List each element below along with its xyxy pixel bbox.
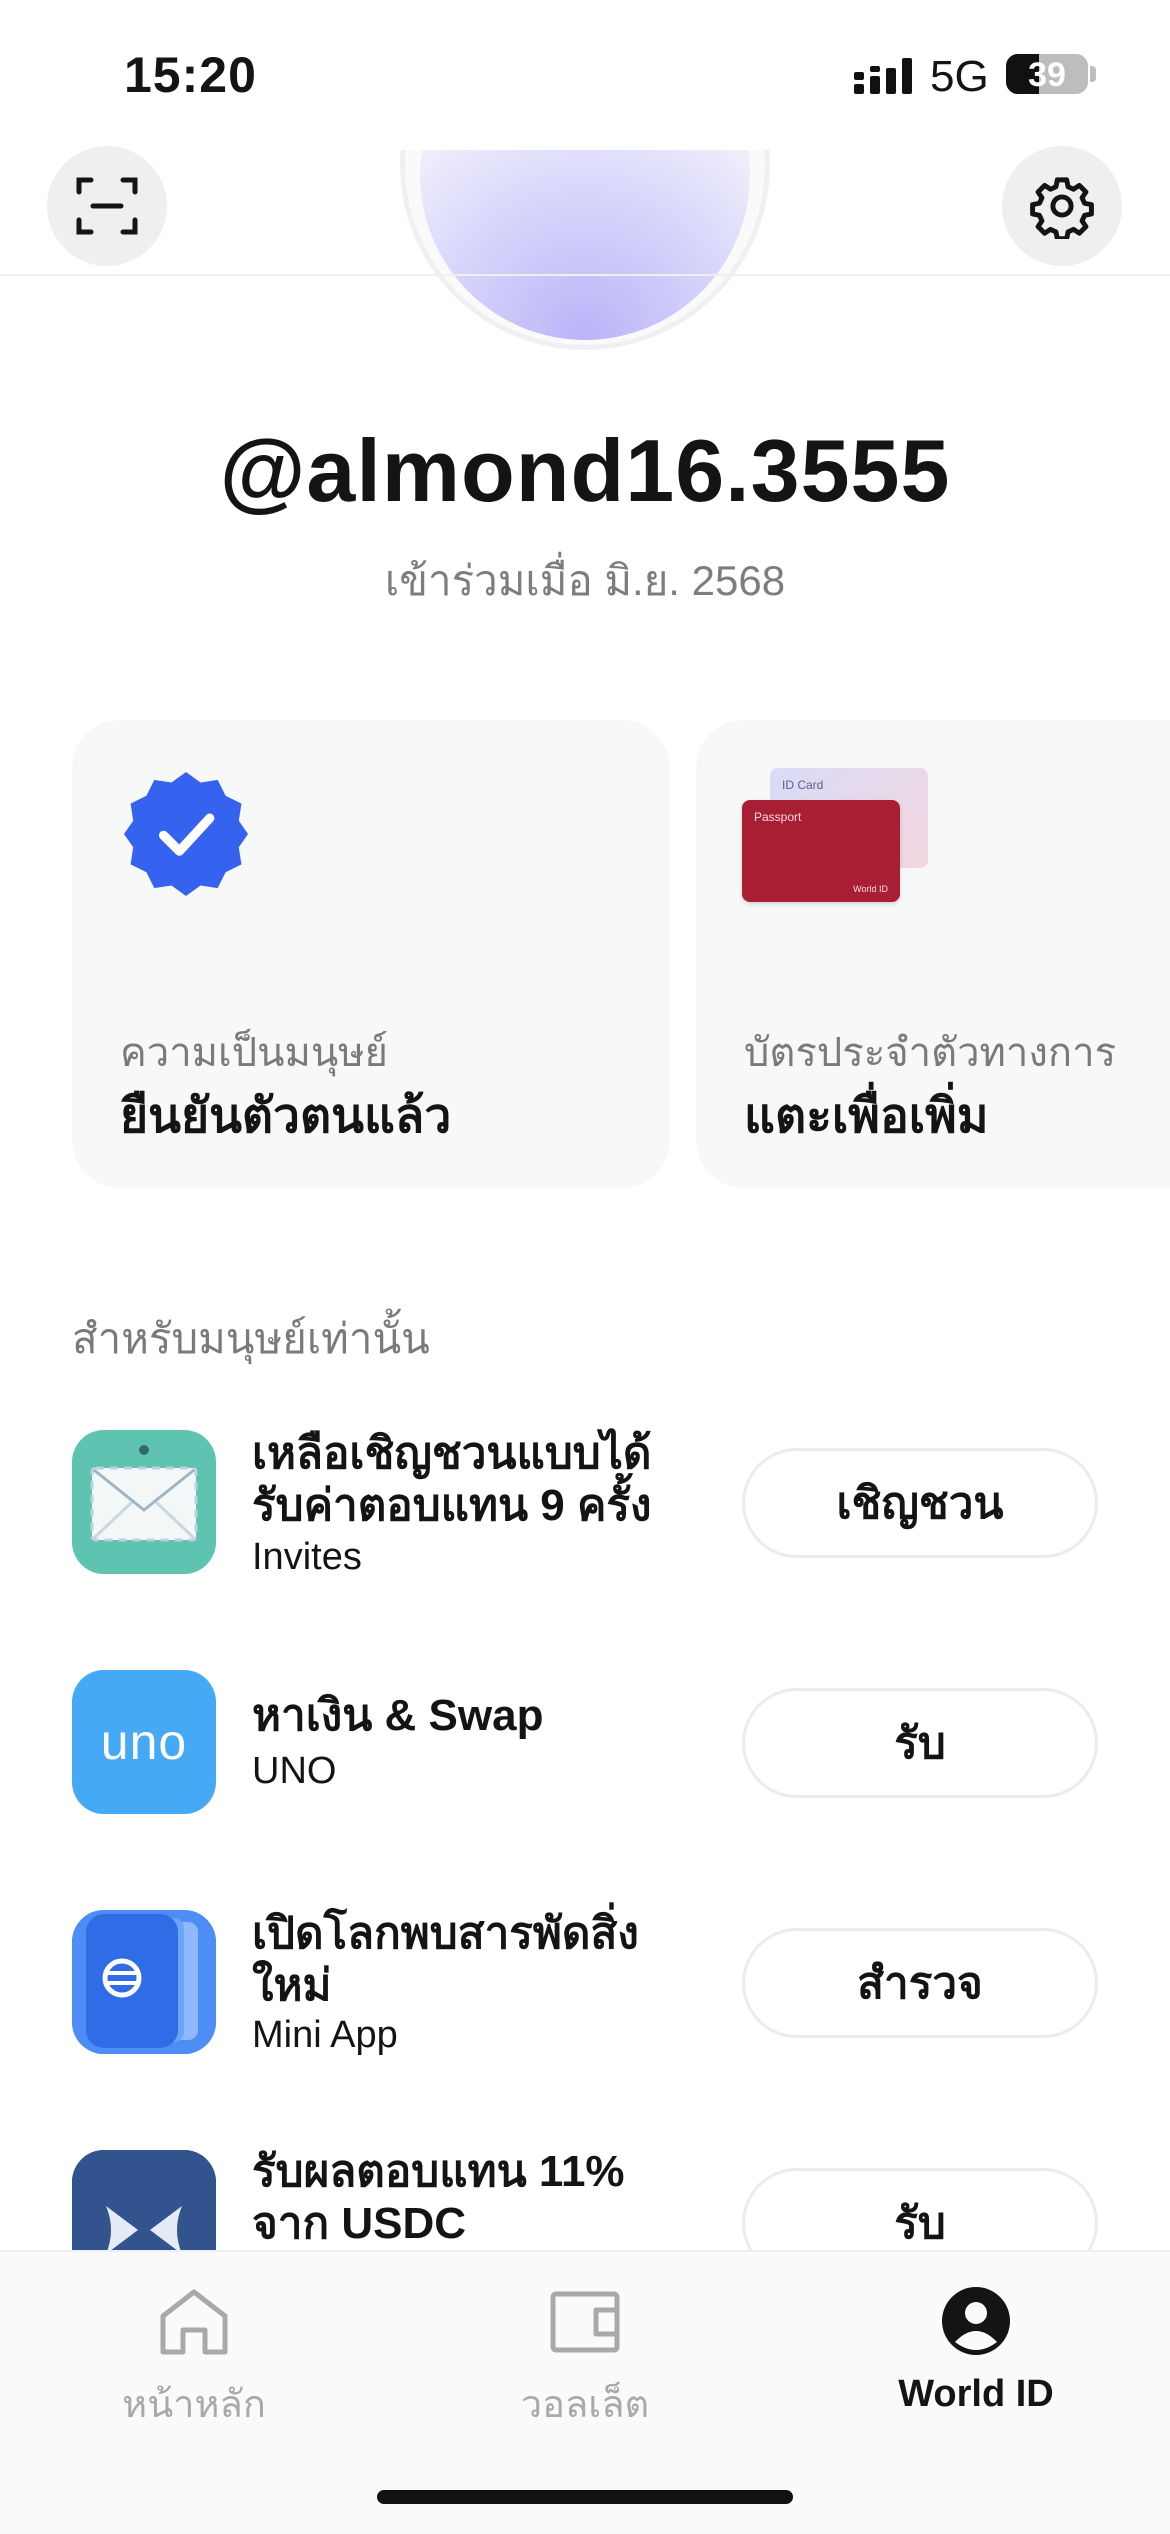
scan-button[interactable] <box>47 146 167 266</box>
section-title: สำหรับมนุษย์เท่านั้น <box>72 1315 430 1362</box>
row-invites-subtitle: Invites <box>252 1536 362 1578</box>
id-card-subtitle: บัตรประจำตัวทางการ <box>744 1031 1117 1075</box>
network-type: 5G <box>930 52 989 101</box>
nav-home[interactable]: หน้าหลัก <box>44 2286 344 2434</box>
nav-wallet-label: วอลเล็ต <box>520 2384 650 2426</box>
invite-button[interactable]: เชิญชวน <box>742 1448 1098 1558</box>
verified-badge-icon <box>123 771 249 897</box>
home-indicator <box>377 2490 793 2504</box>
wallet-icon <box>550 2291 620 2353</box>
person-icon <box>942 2287 1010 2355</box>
row-miniapp-subtitle: Mini App <box>252 2014 398 2056</box>
uno-app-icon: uno <box>72 1670 216 1814</box>
joined-date: เข้าร่วมเมื่อ มิ.ย. 2568 <box>384 557 786 604</box>
id-card-title: แตะเพื่อเพิ่ม <box>744 1090 989 1143</box>
humanity-card-subtitle: ความเป็นมนุษย์ <box>120 1031 388 1075</box>
scan-icon <box>76 177 138 235</box>
cellular-signal-icon <box>854 58 912 94</box>
username: @almond16.3555 <box>219 421 951 520</box>
nav-home-label: หน้าหลัก <box>122 2384 266 2426</box>
battery-level: 39 <box>1028 56 1066 94</box>
passport-label: Passport <box>754 810 802 824</box>
nav-world-id[interactable]: World ID <box>826 2286 1126 2416</box>
nav-wallet[interactable]: วอลเล็ต <box>435 2286 735 2434</box>
humanity-card-title: ยืนยันตัวตนแล้ว <box>120 1090 452 1143</box>
explore-button[interactable]: สำรวจ <box>742 1928 1098 2038</box>
nav-world-id-label: World ID <box>898 2373 1054 2415</box>
passport-illustration: Passport World ID <box>742 800 900 902</box>
settings-button[interactable] <box>1002 146 1122 266</box>
home-icon <box>160 2289 228 2355</box>
uno-get-button[interactable]: รับ <box>742 1688 1098 1798</box>
battery-icon: 39 <box>1006 54 1088 94</box>
row-uno-subtitle: UNO <box>252 1750 337 1792</box>
official-id-card[interactable]: บัตรประจำตัวทางการ แตะเพื่อเพิ่ม <box>696 720 1170 1188</box>
row-invites-title: เหลือเชิญชวนแบบได้รับค่าตอบแทน 9 ครั้ง <box>252 1429 652 1530</box>
mini-app-book-icon <box>72 1910 216 2054</box>
envelope-icon <box>90 1445 198 1542</box>
id-card-label: ID Card <box>782 778 824 792</box>
passport-brand: World ID <box>853 884 888 894</box>
status-time: 15:20 <box>124 47 257 103</box>
uno-logo: uno <box>100 1714 188 1770</box>
avatar <box>420 150 750 340</box>
row-uno-title: หาเงิน & Swap <box>252 1691 544 1740</box>
header-divider <box>0 274 1170 276</box>
invites-app-icon <box>72 1430 216 1574</box>
row-usdc-title: รับผลตอบแทน 11% จาก USDC <box>252 2147 625 2248</box>
mini-app-icon <box>72 1910 216 2054</box>
battery-cap <box>1090 66 1096 82</box>
row-miniapp-title: เปิดโลกพบสารพัดสิ่งใหม่ <box>252 1909 639 2010</box>
gear-icon <box>1030 177 1094 239</box>
